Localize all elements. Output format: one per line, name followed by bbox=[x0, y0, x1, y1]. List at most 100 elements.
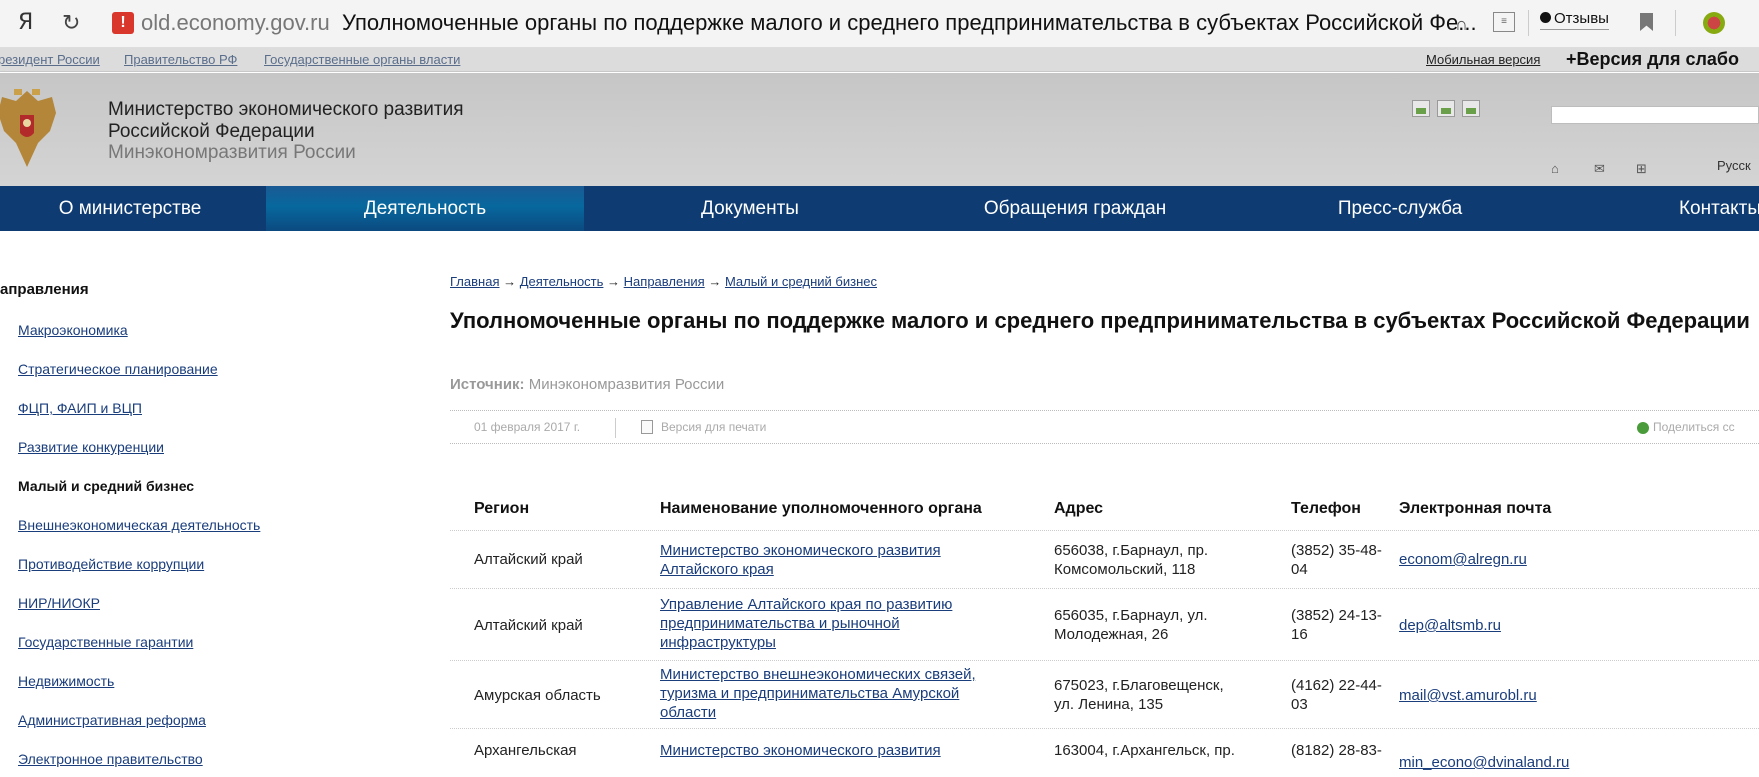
source-value: Минэкономразвития России bbox=[528, 376, 725, 393]
column-header-region: Регион bbox=[474, 500, 530, 517]
source-label: Источник: bbox=[450, 376, 525, 393]
org-line: Министерство внешнеэкономических связей, bbox=[660, 666, 976, 683]
phone-line: (8182) 28-83- bbox=[1291, 742, 1382, 759]
breadcrumb-activity[interactable]: Деятельность bbox=[520, 274, 604, 289]
nav-contacts[interactable]: Контакты bbox=[1660, 186, 1759, 231]
breadcrumb-arrow: → bbox=[607, 274, 621, 289]
broken-image-icon[interactable] bbox=[1412, 100, 1430, 117]
home-icon[interactable]: ⌂ bbox=[1551, 161, 1559, 176]
headphones-icon[interactable]: ∩ bbox=[1455, 14, 1468, 35]
column-header-address: Адрес bbox=[1054, 500, 1104, 517]
nav-activity[interactable]: Деятельность bbox=[266, 186, 584, 231]
sidebar-item-anti-corruption[interactable]: Противодействие коррупции bbox=[18, 556, 204, 572]
reviews-label: Отзывы bbox=[1554, 10, 1609, 27]
reviews-dot-icon bbox=[1540, 12, 1551, 23]
address-line: Комсомольский, 118 bbox=[1054, 561, 1196, 578]
coat-of-arms-icon[interactable] bbox=[0, 83, 60, 173]
org-line: области bbox=[660, 704, 717, 721]
sidebar-item-admin-reform[interactable]: Административная реформа bbox=[18, 712, 206, 728]
nav-appeals[interactable]: Обращения граждан bbox=[955, 186, 1195, 231]
cell-email-link[interactable]: econom@alregn.ru bbox=[1399, 550, 1527, 569]
reviews-button[interactable]: Отзывы bbox=[1540, 10, 1609, 30]
cell-email-link[interactable]: dep@altsmb.ru bbox=[1399, 616, 1501, 635]
impaired-version-link[interactable]: +Версия для слабо bbox=[1566, 49, 1739, 70]
org-line: Алтайского края bbox=[660, 561, 774, 578]
publish-date: 01 февраля 2017 г. bbox=[474, 420, 581, 434]
top-links-strip: резидент России Правительство РФ Государ… bbox=[0, 48, 1759, 72]
insecure-warning-icon[interactable]: ! bbox=[112, 12, 134, 34]
table-row: Алтайский край Министерство экономическо… bbox=[450, 530, 1759, 588]
cell-region: Амурская область bbox=[474, 687, 601, 704]
print-icon[interactable] bbox=[641, 420, 653, 434]
nav-documents[interactable]: Документы bbox=[640, 186, 860, 231]
column-header-organization: Наименование уполномоченного органа bbox=[660, 500, 982, 517]
mobile-version-link[interactable]: Мобильная версия bbox=[1426, 52, 1540, 67]
breadcrumb-home[interactable]: Главная bbox=[450, 274, 499, 289]
org-line: инфраструктуры bbox=[660, 634, 776, 651]
column-header-email: Электронная почта bbox=[1399, 500, 1552, 517]
sidebar-item-real-estate[interactable]: Недвижимость bbox=[18, 673, 114, 689]
cell-region: Алтайский край bbox=[474, 551, 583, 568]
government-link[interactable]: Правительство РФ bbox=[124, 52, 237, 67]
bookmark-icon[interactable] bbox=[1640, 13, 1653, 31]
cell-address: 656035, г.Барнаул, ул. Молодежная, 26 bbox=[1054, 606, 1208, 644]
print-version-link[interactable]: Версия для печати bbox=[661, 420, 766, 434]
reader-mode-icon[interactable]: ≡ bbox=[1493, 12, 1515, 32]
source-line: Источник: Минэкономразвития России bbox=[450, 376, 724, 393]
search-input[interactable] bbox=[1551, 106, 1759, 124]
sidebar-item-competition[interactable]: Развитие конкуренции bbox=[18, 439, 164, 455]
reload-icon[interactable]: ↻ bbox=[62, 10, 80, 36]
sidebar-item-strategic-planning[interactable]: Стратегическое планирование bbox=[18, 361, 218, 377]
cell-organization-link[interactable]: Министерство внешнеэкономических связей,… bbox=[660, 665, 976, 722]
site-header: Министерство экономического развития Рос… bbox=[0, 73, 1759, 186]
cell-organization-link[interactable]: Министерство экономического развития bbox=[660, 741, 941, 760]
phone-line: (4162) 22-44- bbox=[1291, 677, 1382, 694]
browser-toolbar: Я ↻ ! old.economy.gov.ru Уполномоченные … bbox=[0, 0, 1759, 48]
breadcrumb-current[interactable]: Малый и средний бизнес bbox=[725, 274, 877, 289]
org-line: туризма и предпринимательства Амурской bbox=[660, 685, 960, 702]
ministry-name-line2: Российской Федерации bbox=[108, 121, 315, 142]
address-line: Молодежная, 26 bbox=[1054, 626, 1169, 643]
phone-line: (3852) 35-48- bbox=[1291, 542, 1382, 559]
sidebar-item-small-business[interactable]: Малый и средний бизнес bbox=[18, 478, 194, 494]
breadcrumb-directions[interactable]: Направления bbox=[624, 274, 705, 289]
broken-image-icon[interactable] bbox=[1462, 100, 1480, 117]
president-link[interactable]: резидент России bbox=[0, 52, 100, 67]
org-line: Министерство экономического развития bbox=[660, 742, 941, 759]
share-link[interactable]: Поделиться сс bbox=[1653, 420, 1735, 434]
share-icon[interactable] bbox=[1637, 422, 1649, 434]
org-line: предпринимательства и рыночной bbox=[660, 615, 900, 632]
ministry-name-line1: Министерство экономического развития bbox=[108, 99, 464, 120]
phone-line: 04 bbox=[1291, 561, 1308, 578]
language-switch[interactable]: Русск bbox=[1717, 158, 1751, 173]
article-meta-bar: 01 февраля 2017 г. Версия для печати Под… bbox=[450, 410, 1759, 444]
cell-email-link[interactable]: min_econo@dvinaland.ru bbox=[1399, 753, 1569, 772]
yandex-logo-icon[interactable]: Я bbox=[18, 10, 33, 35]
cell-email-link[interactable]: mail@vst.amurobl.ru bbox=[1399, 686, 1537, 705]
nav-press[interactable]: Пресс-служба bbox=[1300, 186, 1500, 231]
column-header-phone: Телефон bbox=[1291, 500, 1361, 517]
extension-icon[interactable] bbox=[1703, 12, 1725, 34]
nav-about[interactable]: О министерстве bbox=[0, 186, 260, 231]
sidebar-item-e-government[interactable]: Электронное правительство bbox=[18, 751, 203, 767]
address-domain[interactable]: old.economy.gov.ru bbox=[141, 10, 330, 36]
cell-organization-link[interactable]: Управление Алтайского края по развитию п… bbox=[660, 595, 952, 652]
phone-line: 03 bbox=[1291, 696, 1308, 713]
toolbar-divider bbox=[1675, 10, 1676, 36]
cell-organization-link[interactable]: Министерство экономического развития Алт… bbox=[660, 541, 941, 579]
sidebar-item-research[interactable]: НИР/НИОКР bbox=[18, 595, 100, 611]
org-line: Управление Алтайского края по развитию bbox=[660, 596, 953, 613]
sitemap-icon[interactable]: ⊞ bbox=[1636, 161, 1647, 177]
cell-phone: (4162) 22-44- 03 bbox=[1291, 676, 1382, 714]
mail-icon[interactable]: ✉ bbox=[1594, 161, 1605, 177]
phone-line: (3852) 24-13- bbox=[1291, 607, 1382, 624]
sidebar-item-foreign-trade[interactable]: Внешнеэкономическая деятельность bbox=[18, 517, 260, 533]
org-line: Министерство экономического развития bbox=[660, 542, 941, 559]
sidebar-item-fcp[interactable]: ФЦП, ФАИП и ВЦП bbox=[18, 400, 142, 416]
main-nav: О министерстве Деятельность Документы Об… bbox=[0, 186, 1759, 231]
sidebar-item-macroeconomics[interactable]: Макроэкономика bbox=[18, 322, 128, 338]
sidebar-item-guarantees[interactable]: Государственные гарантии bbox=[18, 634, 193, 650]
authorities-link[interactable]: Государственные органы власти bbox=[264, 52, 460, 67]
table-row: Алтайский край Управление Алтайского кра… bbox=[450, 588, 1759, 660]
broken-image-icon[interactable] bbox=[1437, 100, 1455, 117]
